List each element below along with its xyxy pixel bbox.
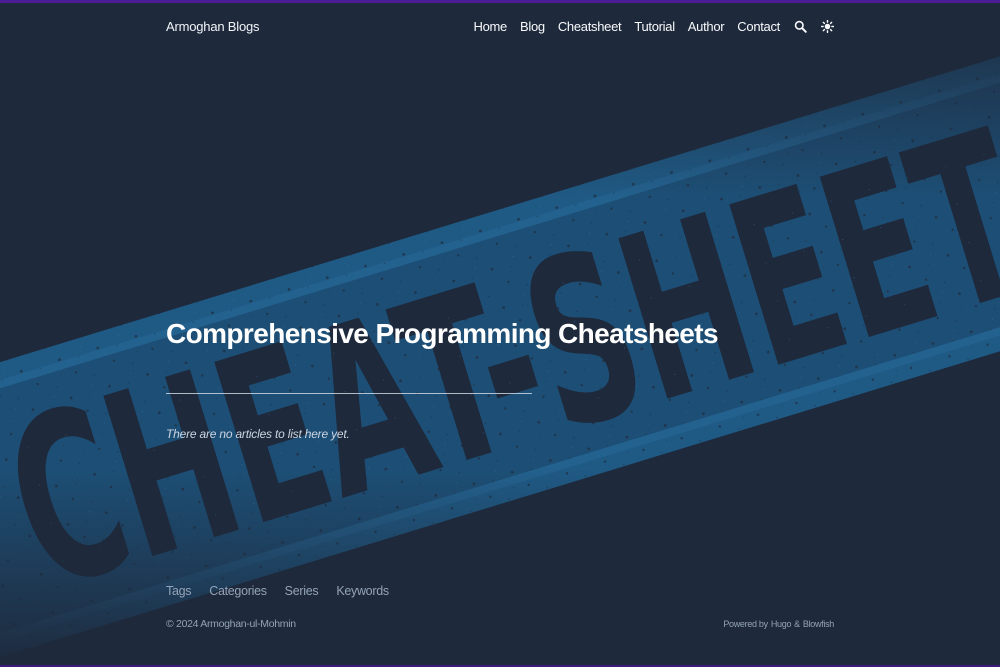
footer-link-categories[interactable]: Categories: [209, 584, 267, 598]
blowfish-link[interactable]: Blowfish: [803, 619, 834, 629]
site-brand-link[interactable]: Armoghan Blogs: [166, 19, 260, 34]
powered-by-ampersand: &: [794, 619, 800, 629]
nav-item-author[interactable]: Author: [688, 19, 725, 34]
footer-link-tags[interactable]: Tags: [166, 584, 192, 598]
site-header: Armoghan Blogs Home Blog Cheatsheet Tuto…: [166, 12, 834, 40]
page: CHEAT-SHEET Armoghan Blogs Home Blog Che…: [0, 0, 1000, 667]
copyright-text: © 2024 Armoghan-ul-Mohmin: [166, 618, 296, 630]
nav-item-blog[interactable]: Blog: [520, 19, 545, 34]
search-icon[interactable]: [793, 19, 807, 33]
main-content: Comprehensive Programming Cheatsheets Th…: [166, 316, 834, 441]
nav-item-contact[interactable]: Contact: [737, 19, 780, 34]
title-divider: [166, 393, 532, 394]
page-title: Comprehensive Programming Cheatsheets: [166, 318, 719, 349]
hugo-link[interactable]: Hugo: [771, 619, 792, 629]
footer-nav: Tags Categories Series Keywords: [166, 584, 389, 598]
sun-icon[interactable]: [820, 19, 834, 33]
nav-item-tutorial[interactable]: Tutorial: [634, 19, 675, 34]
nav-item-cheatsheet[interactable]: Cheatsheet: [558, 19, 622, 34]
empty-list-message: There are no articles to list here yet.: [166, 427, 350, 441]
footer-link-series[interactable]: Series: [285, 584, 319, 598]
powered-by: Powered by Hugo & Blowfish: [723, 619, 834, 629]
powered-by-prefix: Powered by: [723, 619, 768, 629]
main-nav: Home Blog Cheatsheet Tutorial Author Con…: [474, 19, 835, 34]
nav-item-home[interactable]: Home: [474, 19, 508, 34]
footer-link-keywords[interactable]: Keywords: [336, 584, 389, 598]
top-accent-strip: [0, 0, 1000, 3]
